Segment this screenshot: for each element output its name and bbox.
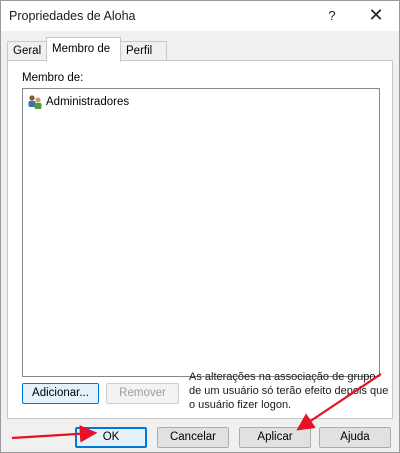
title-bar: Propriedades de Aloha ? ✕: [1, 1, 399, 31]
help-button[interactable]: Ajuda: [319, 427, 391, 448]
member-name: Administradores: [46, 96, 130, 108]
member-of-label: Membro de:: [22, 72, 84, 84]
remove-button[interactable]: Remover: [106, 383, 179, 404]
group-icon: [28, 95, 42, 109]
apply-button[interactable]: Aplicar: [239, 427, 311, 448]
membership-note: As alterações na associação de grupo de …: [189, 371, 389, 411]
properties-dialog: Propriedades de Aloha ? ✕ Geral Membro d…: [0, 0, 400, 453]
window-title: Propriedades de Aloha: [9, 9, 136, 23]
tab-perfil[interactable]: Perfil: [120, 41, 167, 60]
tab-membro-de[interactable]: Membro de: [46, 37, 121, 62]
cancel-button[interactable]: Cancelar: [157, 427, 229, 448]
close-button[interactable]: ✕: [363, 5, 389, 27]
ok-button[interactable]: OK: [75, 427, 147, 448]
tab-panel-membro-de: Membro de: Administradores Adicionar... …: [7, 60, 393, 419]
groups-listbox[interactable]: Administradores: [22, 88, 380, 377]
help-title-button[interactable]: ?: [319, 5, 345, 27]
list-item[interactable]: Administradores: [27, 94, 129, 110]
add-button[interactable]: Adicionar...: [22, 383, 99, 404]
tab-geral[interactable]: Geral: [7, 41, 47, 60]
